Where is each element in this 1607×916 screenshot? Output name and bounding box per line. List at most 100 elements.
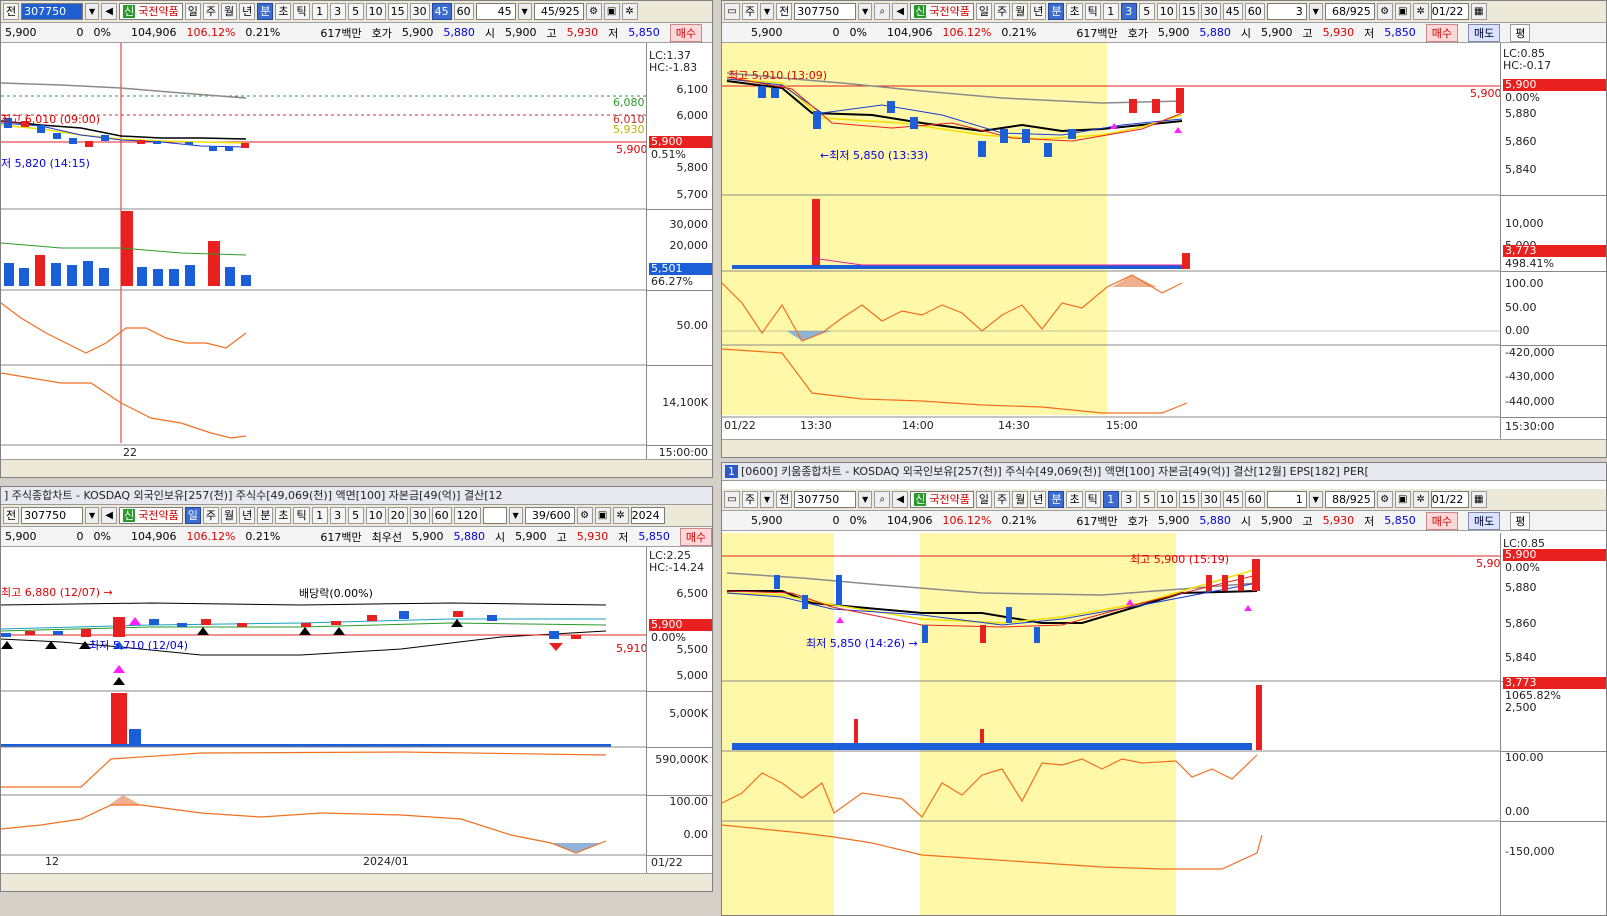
speaker-icon[interactable]: ◀ (892, 3, 909, 20)
code-dropdown-icon[interactable]: ▼ (85, 507, 100, 524)
interval-60[interactable]: 60 (453, 3, 474, 20)
period-year[interactable]: 년 (239, 507, 256, 524)
interval-60[interactable]: 60 (1244, 491, 1265, 508)
stock-code-input[interactable]: 307750 (794, 491, 857, 508)
interval-1[interactable]: 1 (311, 3, 328, 20)
period-tick[interactable]: 틱 (1084, 491, 1101, 508)
period-week[interactable]: 주 (202, 3, 219, 20)
period-day[interactable]: 일 (975, 491, 992, 508)
interval-1[interactable]: 1 (1102, 491, 1119, 508)
interval-dropdown-icon[interactable]: ▼ (1308, 3, 1323, 20)
sell-button[interactable]: 매도 (1467, 511, 1501, 530)
scroll-bar[interactable] (722, 439, 1606, 457)
buy-button[interactable]: 매수 (1425, 23, 1458, 42)
settings-icon[interactable]: ⚙ (576, 507, 593, 524)
scroll-bar[interactable] (1, 873, 712, 891)
interval-5[interactable]: 5 (347, 3, 364, 20)
interval-5[interactable]: 5 (347, 507, 364, 524)
interval-15[interactable]: 15 (1178, 3, 1199, 20)
sell-button[interactable]: 매도 (1467, 23, 1501, 42)
interval-5[interactable]: 5 (1138, 3, 1155, 20)
period-week[interactable]: 주 (993, 3, 1011, 20)
stock-name-field[interactable]: 신 국전약품 (910, 491, 974, 508)
period-minute[interactable]: 분 (257, 507, 274, 524)
chart-area[interactable]: 최고 5,910 (13:09) ←최저 5,850 (13:33) 5,900… (722, 43, 1606, 439)
stock-code-input[interactable]: 307750 (21, 3, 84, 20)
eval-button[interactable]: 평 (1510, 511, 1531, 530)
year-input[interactable]: 2024 (630, 507, 665, 524)
chart-area[interactable]: 최고 6,010 (09:00) 저 5,820 (14:15) 5,900 2… (1, 43, 712, 459)
interval-120[interactable]: 120 (453, 507, 481, 524)
interval-60[interactable]: 60 (431, 507, 452, 524)
save-icon[interactable]: ▣ (603, 3, 620, 20)
ju-button[interactable]: 주 (742, 3, 759, 20)
period-second[interactable]: 초 (1066, 491, 1083, 508)
stock-name-field[interactable]: 신 국전약품 (910, 3, 974, 20)
settings-icon[interactable]: ⚙ (585, 3, 602, 20)
interval-dropdown-icon[interactable]: ▼ (1308, 491, 1323, 508)
settings-icon[interactable]: ⚙ (1376, 491, 1393, 508)
chart-area[interactable]: 최고 5,900 (15:19) 최저 5,850 (14:26) → 5,90… (722, 533, 1606, 915)
period-minute[interactable]: 분 (257, 3, 274, 20)
period-day[interactable]: 일 (184, 507, 201, 524)
period-second[interactable]: 초 (1066, 3, 1083, 20)
save-icon[interactable]: ▣ (594, 507, 611, 524)
interval-3[interactable]: 3 (1120, 491, 1137, 508)
interval-60[interactable]: 60 (1244, 3, 1265, 20)
interval-45[interactable]: 45 (431, 3, 452, 20)
ju-button[interactable]: 주 (742, 491, 759, 508)
period-week[interactable]: 주 (993, 491, 1011, 508)
code-dropdown-icon[interactable]: ▼ (85, 3, 100, 20)
code-dropdown-icon[interactable]: ▼ (858, 491, 873, 508)
gear-icon[interactable]: ✲ (1412, 3, 1429, 20)
period-year[interactable]: 년 (1030, 3, 1047, 20)
interval-15[interactable]: 15 (387, 3, 408, 20)
interval-10[interactable]: 10 (365, 3, 386, 20)
period-year[interactable]: 년 (1030, 491, 1047, 508)
period-second[interactable]: 초 (275, 507, 292, 524)
period-minute[interactable]: 분 (1048, 491, 1065, 508)
period-second[interactable]: 초 (275, 3, 292, 20)
date-input[interactable]: 01/22 (1430, 491, 1469, 508)
ju-dropdown-icon[interactable]: ▼ (760, 3, 775, 20)
interval-10[interactable]: 10 (365, 507, 386, 524)
interval-45[interactable]: 45 (1222, 3, 1243, 20)
window-icon[interactable]: ▭ (724, 3, 740, 20)
period-year[interactable]: 년 (239, 3, 256, 20)
jeon-button[interactable]: 전 (776, 3, 793, 20)
buy-button[interactable]: 매수 (679, 527, 712, 546)
period-tick[interactable]: 틱 (293, 3, 310, 20)
interval-input[interactable]: 45 (475, 3, 516, 20)
ju-dropdown-icon[interactable]: ▼ (760, 491, 775, 508)
settings-icon[interactable]: ⚙ (1376, 3, 1393, 20)
period-tick[interactable]: 틱 (1084, 3, 1101, 20)
period-month[interactable]: 월 (220, 3, 238, 20)
period-month[interactable]: 월 (1012, 491, 1029, 508)
calendar-icon[interactable]: ▦ (1470, 3, 1487, 20)
interval-1[interactable]: 1 (1102, 3, 1119, 20)
interval-30[interactable]: 30 (1200, 3, 1221, 20)
interval-30[interactable]: 30 (409, 507, 430, 524)
interval-dropdown-icon[interactable]: ▼ (508, 507, 523, 524)
buy-button[interactable]: 매수 (1425, 511, 1458, 530)
stock-code-input[interactable]: 307750 (21, 507, 84, 524)
interval-30[interactable]: 30 (1200, 491, 1221, 508)
interval-15[interactable]: 15 (1178, 491, 1199, 508)
stock-name-field[interactable]: 신 국전약품 (119, 3, 183, 20)
interval-10[interactable]: 10 (1156, 3, 1177, 20)
speaker-icon[interactable]: ◀ (101, 507, 118, 524)
interval-input[interactable]: 1 (1266, 491, 1307, 508)
interval-20[interactable]: 20 (387, 507, 408, 524)
interval-10[interactable]: 10 (1156, 491, 1177, 508)
jeon-button[interactable]: 전 (3, 3, 20, 20)
gear-icon[interactable]: ✲ (1412, 491, 1429, 508)
interval-3[interactable]: 3 (1120, 3, 1137, 20)
interval-3[interactable]: 3 (329, 507, 346, 524)
period-week[interactable]: 주 (202, 507, 219, 524)
eval-button[interactable]: 평 (1510, 23, 1531, 42)
stock-code-input[interactable]: 307750 (794, 3, 857, 20)
interval-input[interactable]: 3 (1266, 3, 1307, 20)
speaker-icon[interactable]: ◀ (892, 491, 909, 508)
save-icon[interactable]: ▣ (1394, 3, 1411, 20)
window-icon[interactable]: ▭ (724, 491, 740, 508)
